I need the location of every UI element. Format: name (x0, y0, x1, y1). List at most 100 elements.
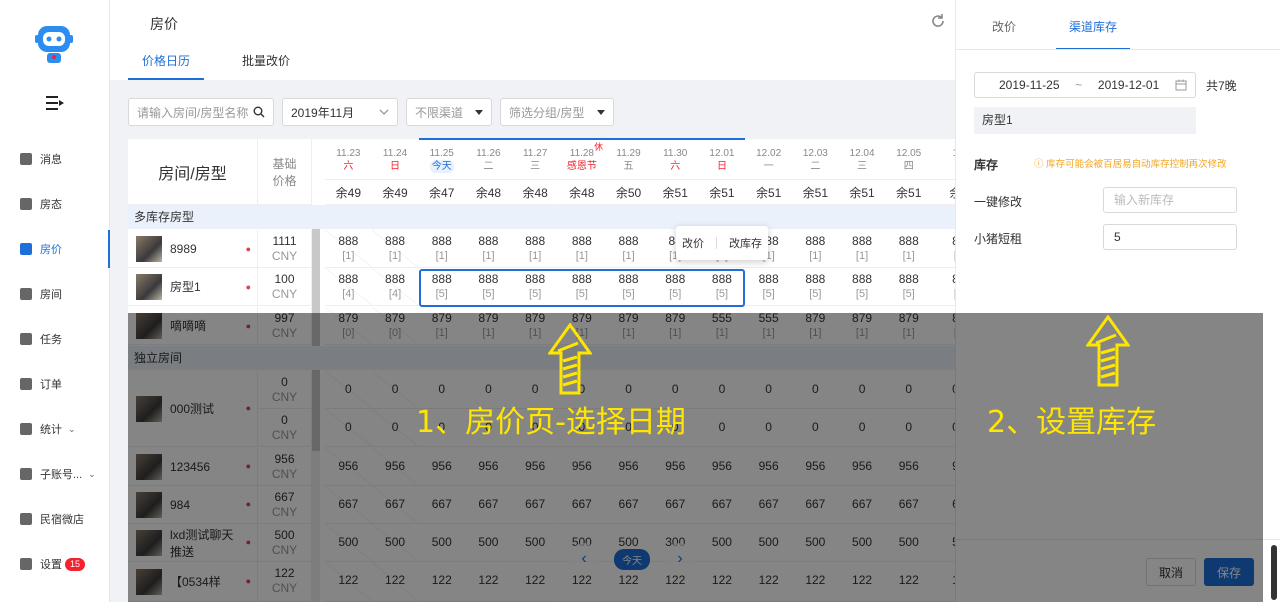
price-cell[interactable]: 888 [1] (605, 230, 652, 268)
sidebar-item-6[interactable]: 统计 ⌄ (0, 410, 110, 448)
sidebar-item-3[interactable]: 房间 (0, 275, 110, 313)
inventory-value: [5] (855, 288, 869, 300)
date-header[interactable]: 12.02 一 (745, 139, 792, 179)
inventory-value: [5] (902, 288, 915, 300)
sidebar-item-8[interactable]: 民宿微店 (0, 500, 110, 538)
sidebar-item-label: 任务 (40, 334, 62, 346)
change-inventory-action[interactable]: 改库存 (729, 235, 762, 251)
inventory-value: [ (932, 287, 955, 302)
price-cell[interactable]: 888 [1] (838, 230, 886, 268)
refresh-icon[interactable] (930, 13, 946, 29)
date-label: 11.24 (382, 148, 408, 159)
house-icon (20, 288, 32, 300)
notification-badge: 15 (65, 557, 86, 571)
one-key-inventory-input[interactable]: 输入新库存 (1103, 187, 1237, 213)
shop-icon (20, 513, 32, 525)
price-cell[interactable]: 888 [5] (885, 268, 933, 306)
sidebar-item-0[interactable]: 消息 (0, 140, 110, 178)
month-value: 2019年11月 (291, 105, 355, 120)
tab-batch-price[interactable]: 批量改价 (242, 52, 290, 80)
tab-channel-inventory[interactable]: 渠道库存 (1056, 18, 1131, 50)
date-header[interactable]: 11.24 日 (372, 139, 419, 179)
remaining-count: 余50 (605, 179, 652, 205)
date-header[interactable]: 12.01 日 (699, 139, 746, 179)
tab-change-price[interactable]: 改价 (992, 18, 1016, 50)
date-header[interactable]: 11.23 六 (325, 139, 372, 179)
date-label: 11.23 (336, 148, 361, 159)
price-cell[interactable]: 8[ (932, 268, 955, 306)
selected-date-range[interactable] (419, 269, 745, 307)
date-header[interactable]: 11.26 二 (465, 139, 512, 179)
weekday-label: 今天 (429, 160, 454, 173)
month-select[interactable]: 2019年11月 (282, 98, 398, 126)
price-cell[interactable]: 888 [1] (465, 230, 512, 268)
order-icon (20, 378, 32, 390)
price-cell[interactable]: 888 [1] (371, 230, 419, 268)
remaining-count: 余51 (698, 179, 746, 205)
room-row-name[interactable]: 8989 ● (128, 230, 258, 268)
sidebar-item-7[interactable]: 子账号... ⌄ (0, 455, 110, 493)
date-header[interactable]: 1 (932, 139, 955, 179)
channel-inventory-input[interactable]: 5 (1103, 224, 1237, 250)
price-cell[interactable]: 8[ (932, 230, 955, 268)
group-select[interactable]: 筛选分组/房型 (500, 98, 614, 126)
price-cell[interactable]: 888 [1] (511, 230, 559, 268)
price-value: 888 (338, 234, 359, 248)
price-value: 888 (525, 234, 546, 248)
page-scrollbar[interactable] (1271, 545, 1277, 600)
sidebar-item-1[interactable]: 房态 (0, 185, 110, 223)
date-header[interactable]: 12.04 三 (839, 139, 886, 179)
selected-week-indicator (419, 138, 745, 140)
sidebar-item-4[interactable]: 任务 (0, 320, 110, 358)
selected-room-tag: 房型1 (974, 107, 1196, 134)
price-cell[interactable]: 888 [5] (838, 268, 886, 306)
date-header[interactable]: 12.05 四 (885, 139, 932, 179)
price-value: 888 (805, 234, 826, 248)
group-value: 筛选分组/房型 (509, 105, 585, 120)
change-price-action[interactable]: 改价 (682, 235, 704, 251)
room-thumbnail (136, 273, 162, 300)
date-label: 11.25 (429, 148, 454, 159)
caret-down-icon (597, 109, 605, 115)
room-row-name[interactable]: 房型1 ● (128, 268, 258, 306)
price-cell[interactable]: 888 [4] (371, 268, 419, 306)
channel-value: 不限渠道 (415, 105, 464, 120)
group-row: 多库存房型 (128, 205, 955, 229)
price-cell[interactable]: 888 [1] (885, 230, 933, 268)
price-cell[interactable]: 888 [1] (418, 230, 466, 268)
channel-select[interactable]: 不限渠道 (406, 98, 492, 126)
date-range-picker[interactable]: 2019-11-25 ~ 2019-12-01 (974, 72, 1196, 98)
currency-label: CNY (271, 249, 298, 263)
date-header[interactable]: 11.27 三 (512, 139, 559, 179)
price-cell[interactable]: 888 [4] (325, 268, 372, 306)
sidebar-item-label: 民宿微店 (40, 514, 84, 526)
inventory-section-title: 库存 (974, 158, 999, 172)
price-cell[interactable]: 888 [5] (792, 268, 839, 306)
robot-logo[interactable] (34, 20, 74, 68)
price-cell[interactable]: 888 [1] (792, 230, 839, 268)
remaining-count: 余51 (792, 179, 839, 205)
date-header[interactable]: 11.28 休感恩节 (559, 139, 606, 179)
remaining-count: 余 (932, 179, 955, 205)
chat-icon (20, 153, 32, 165)
price-value: 888 (852, 234, 873, 248)
remaining-count: 余47 (418, 179, 466, 205)
date-header[interactable]: 11.29 五 (605, 139, 652, 179)
price-cell[interactable]: 888 [5] (745, 268, 792, 306)
sidebar-item-2[interactable]: 房价 (0, 230, 110, 268)
sidebar-item-5[interactable]: 订单 (0, 365, 110, 403)
remaining-count: 余51 (885, 179, 933, 205)
chevron-down-icon: ⌄ (88, 468, 96, 479)
sidebar-item-9[interactable]: 设置 15 (0, 545, 110, 583)
date-header[interactable]: 12.03 二 (792, 139, 839, 179)
date-header[interactable]: 11.25 今天 (418, 139, 465, 179)
menu-toggle-icon[interactable] (46, 96, 64, 110)
inventory-value: [1] (855, 250, 869, 262)
price-cell[interactable]: 888 [1] (325, 230, 372, 268)
remaining-count: 余51 (651, 179, 699, 205)
search-input[interactable]: 请输入房间/房型名称 (128, 98, 274, 126)
tab-price-calendar[interactable]: 价格日历 (128, 52, 205, 80)
weekday-label: 六 (343, 161, 354, 172)
date-header[interactable]: 11.30 六 (652, 139, 699, 179)
price-cell[interactable]: 888 [1] (558, 230, 606, 268)
